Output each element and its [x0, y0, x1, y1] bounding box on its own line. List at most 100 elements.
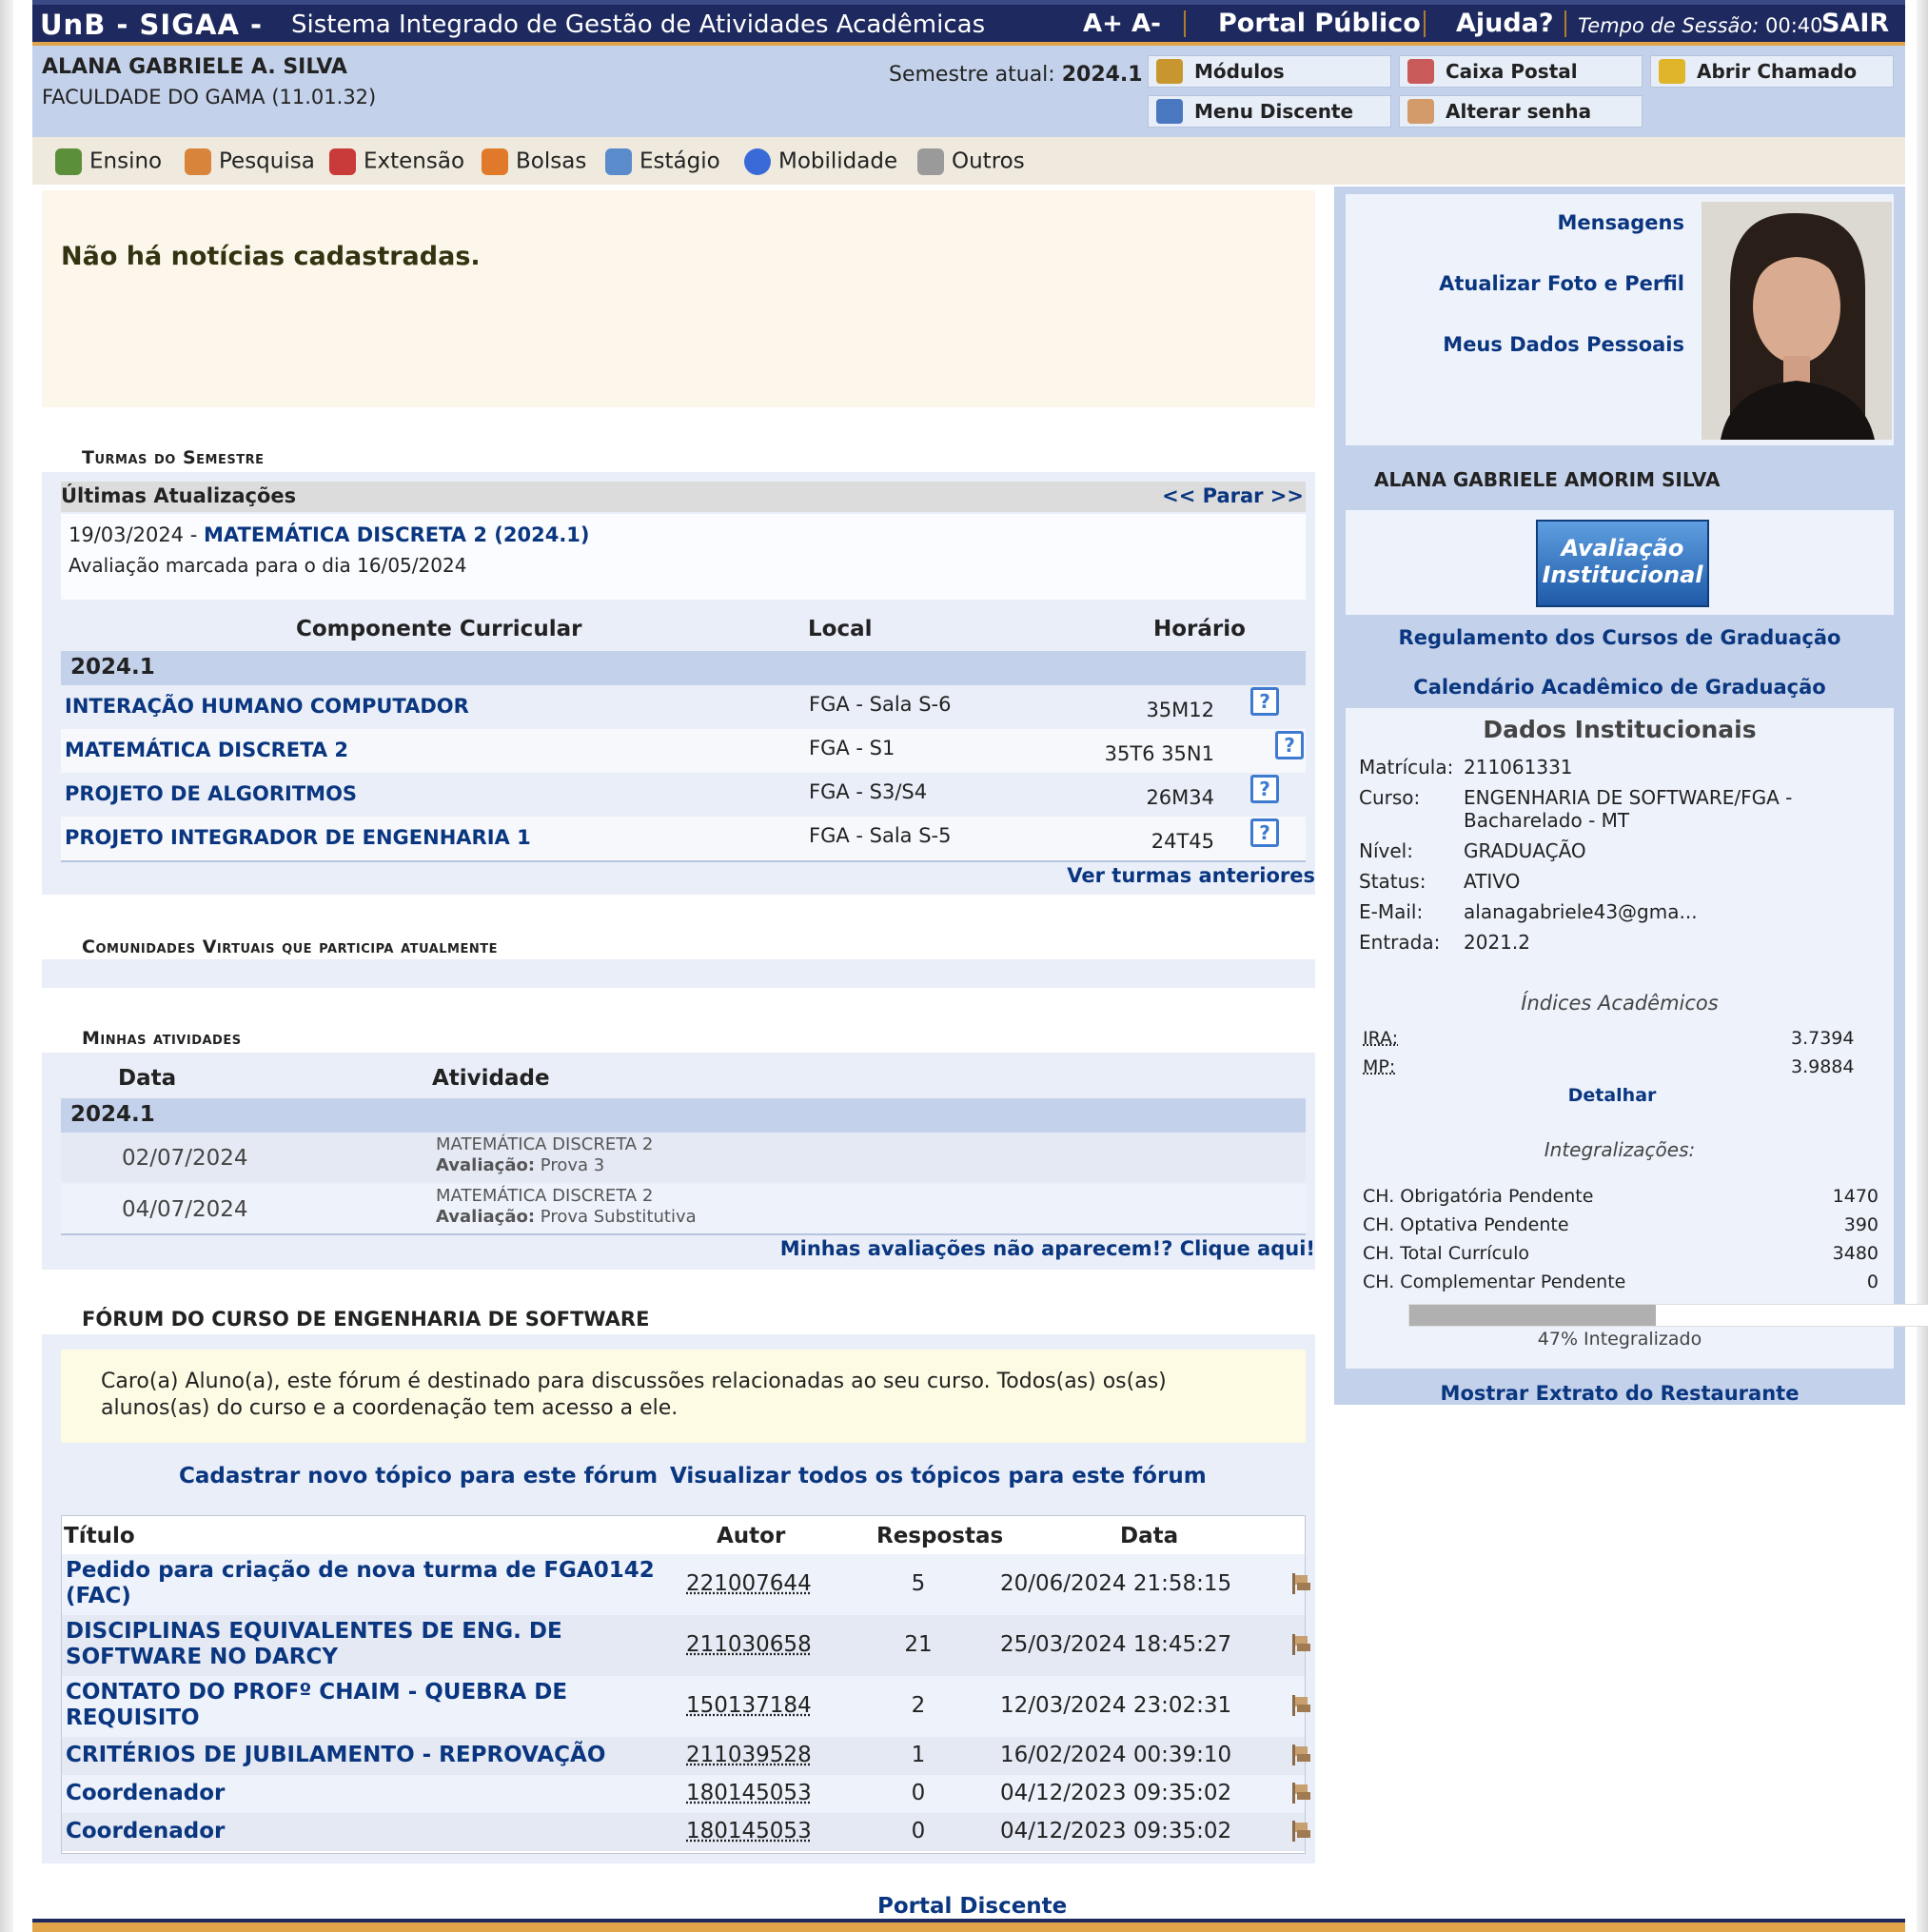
field-label: Curso:: [1359, 786, 1421, 809]
flag-icon[interactable]: [1289, 1693, 1312, 1718]
open-ticket-label: Abrir Chamado: [1697, 60, 1858, 83]
table-row: Coordenador 180145053 0 04/12/2023 09:35…: [62, 1775, 1310, 1813]
flag-icon[interactable]: [1289, 1781, 1312, 1805]
help-link[interactable]: Ajuda?: [1456, 9, 1554, 38]
menu-bolsas[interactable]: Bolsas: [482, 148, 586, 175]
flag-icon[interactable]: [1289, 1819, 1312, 1843]
flag-icon[interactable]: [1289, 1571, 1312, 1596]
divider: [61, 860, 1306, 862]
missing-evaluations-link[interactable]: Minhas avaliações não aparecem!? Clique …: [780, 1237, 1315, 1260]
table-row: CONTATO DO PROFº CHAIM - QUEBRA DE REQUI…: [62, 1676, 1310, 1737]
view-all-topics-link[interactable]: Visualizar todos os tópicos para este fó…: [670, 1464, 1207, 1488]
list-item: 04/07/2024 MATEMÁTICA DISCRETA 2 Avaliaç…: [61, 1184, 1306, 1233]
activity-course: MATEMÁTICA DISCRETA 2: [436, 1134, 654, 1154]
course-link[interactable]: PROJETO INTEGRADOR DE ENGENHARIA 1: [65, 826, 531, 849]
modules-button[interactable]: Módulos: [1148, 55, 1391, 88]
ira-label: IRA:: [1363, 1028, 1399, 1049]
activities-section-title: Minhas atividades: [82, 1028, 242, 1049]
student-menu-button[interactable]: Menu Discente: [1148, 95, 1391, 128]
topic-author[interactable]: 180145053: [686, 1819, 812, 1843]
update-photo-link[interactable]: Atualizar Foto e Perfil: [1439, 272, 1684, 295]
help-icon[interactable]: ?: [1250, 687, 1279, 716]
activity-eval-label: Avaliação:: [436, 1207, 536, 1227]
calendar-link[interactable]: Calendário Acadêmico de Graduação: [1334, 676, 1905, 699]
globe-icon: [744, 148, 771, 175]
field-value: 211061331: [1464, 756, 1573, 779]
logout-button[interactable]: SAIR: [1821, 9, 1889, 38]
right-page-shadow: [1917, 0, 1928, 1932]
semester-value: 2024.1: [1061, 63, 1143, 87]
badge-icon: [605, 148, 632, 175]
brand-title: UnB - SIGAA -: [40, 9, 264, 41]
topic-author[interactable]: 211030658: [686, 1632, 812, 1657]
topic-link[interactable]: CRITÉRIOS DE JUBILAMENTO - REPROVAÇÃO: [66, 1743, 694, 1768]
topic-link[interactable]: DISCIPLINAS EQUIVALENTES DE ENG. DE SOFT…: [66, 1619, 656, 1670]
new-topic-link[interactable]: Cadastrar novo tópico para este fórum: [179, 1464, 658, 1488]
left-page-shadow: [0, 0, 13, 1932]
table-row: INTERAÇÃO HUMANO COMPUTADOR FGA - Sala S…: [61, 685, 1306, 729]
divider: [1564, 10, 1566, 37]
topic-link[interactable]: Pedido para criação de nova turma de FGA…: [66, 1558, 656, 1609]
col-location: Local: [808, 617, 873, 641]
font-decrease-button[interactable]: A-: [1131, 10, 1161, 38]
evaluation-banner-panel: Avaliação Institucional: [1346, 510, 1894, 615]
banner-line-1: Avaliação: [1561, 535, 1684, 562]
topic-author[interactable]: 211039528: [686, 1743, 812, 1767]
classes-section-title: Turmas do Semestre: [82, 447, 265, 468]
change-password-button[interactable]: Alterar senha: [1399, 95, 1643, 128]
topic-author[interactable]: 150137184: [686, 1693, 812, 1718]
menu-extensao[interactable]: Extensão: [329, 148, 464, 175]
topic-link[interactable]: Coordenador: [66, 1781, 656, 1806]
previous-classes-link[interactable]: Ver turmas anteriores: [1067, 864, 1315, 887]
person-icon: [482, 148, 508, 175]
open-ticket-button[interactable]: Abrir Chamado: [1650, 55, 1894, 88]
mailbox-button[interactable]: Caixa Postal: [1399, 55, 1643, 88]
institutional-evaluation-banner[interactable]: Avaliação Institucional: [1536, 520, 1709, 607]
help-icon[interactable]: ?: [1250, 775, 1279, 803]
col-activity: Atividade: [432, 1066, 550, 1091]
help-icon[interactable]: ?: [1250, 818, 1279, 847]
communities-panel: [42, 959, 1315, 988]
activity-course: MATEMÁTICA DISCRETA 2: [436, 1186, 654, 1206]
font-increase-button[interactable]: A+: [1083, 10, 1123, 38]
menu-ensino[interactable]: Ensino: [55, 148, 162, 175]
modules-label: Módulos: [1194, 60, 1285, 83]
updates-title: Últimas Atualizações: [61, 484, 297, 507]
updates-body: 19/03/2024 - MATEMÁTICA DISCRETA 2 (2024…: [61, 514, 1306, 600]
topic-link[interactable]: CONTATO DO PROFº CHAIM - QUEBRA DE REQUI…: [66, 1680, 656, 1731]
regulation-link[interactable]: Regulamento dos Cursos de Graduação: [1334, 626, 1905, 649]
integ-value: 1470: [1832, 1186, 1879, 1207]
restaurant-link[interactable]: Mostrar Extrato do Restaurante: [1334, 1382, 1905, 1405]
integ-label: CH. Obrigatória Pendente: [1363, 1186, 1594, 1207]
activity-eval-label: Avaliação:: [436, 1155, 536, 1175]
menu-pesquisa[interactable]: Pesquisa: [185, 148, 315, 175]
messages-link[interactable]: Mensagens: [1558, 211, 1685, 234]
user-info-bar: ALANA GABRIELE A. SILVA FACULDADE DO GAM…: [32, 42, 1905, 137]
updates-stop-control[interactable]: << Parar >>: [1162, 484, 1304, 507]
communities-section-title: Comunidades Virtuais que participa atual…: [82, 936, 498, 957]
topic-link[interactable]: Coordenador: [66, 1819, 656, 1844]
col-replies: Respostas: [876, 1524, 1004, 1548]
update-course-link[interactable]: MATEMÁTICA DISCRETA 2 (2024.1): [204, 523, 590, 546]
table-row: Pedido para criação de nova turma de FGA…: [62, 1554, 1310, 1615]
help-icon[interactable]: ?: [1275, 731, 1304, 759]
menu-outros[interactable]: Outros: [917, 148, 1025, 175]
topic-author[interactable]: 221007644: [686, 1571, 812, 1596]
integralization-title: Integralizações:: [1544, 1138, 1696, 1161]
menu-estagio[interactable]: Estágio: [605, 148, 720, 175]
flag-icon[interactable]: [1289, 1632, 1312, 1657]
flag-icon[interactable]: [1289, 1743, 1312, 1767]
public-portal-link[interactable]: Portal Público: [1218, 9, 1421, 38]
course-link[interactable]: PROJETO DE ALGORITMOS: [65, 782, 357, 805]
personal-data-link[interactable]: Meus Dados Pessoais: [1443, 333, 1684, 356]
course-link[interactable]: MATEMÁTICA DISCRETA 2: [65, 739, 348, 761]
course-link[interactable]: INTERAÇÃO HUMANO COMPUTADOR: [65, 695, 469, 718]
classes-group-label: 2024.1: [70, 655, 155, 680]
student-portal-link[interactable]: Portal Discente: [877, 1894, 1067, 1919]
topic-author[interactable]: 180145053: [686, 1781, 812, 1805]
detail-link[interactable]: Detalhar: [1346, 1085, 1879, 1106]
field-value: ENGENHARIA DE SOFTWARE/FGA - Bacharelado…: [1464, 786, 1793, 832]
menu-mobilidade[interactable]: Mobilidade: [744, 148, 897, 175]
institutional-title: Dados Institucionais: [1483, 716, 1757, 743]
menu-mobilidade-label: Mobilidade: [778, 148, 898, 174]
